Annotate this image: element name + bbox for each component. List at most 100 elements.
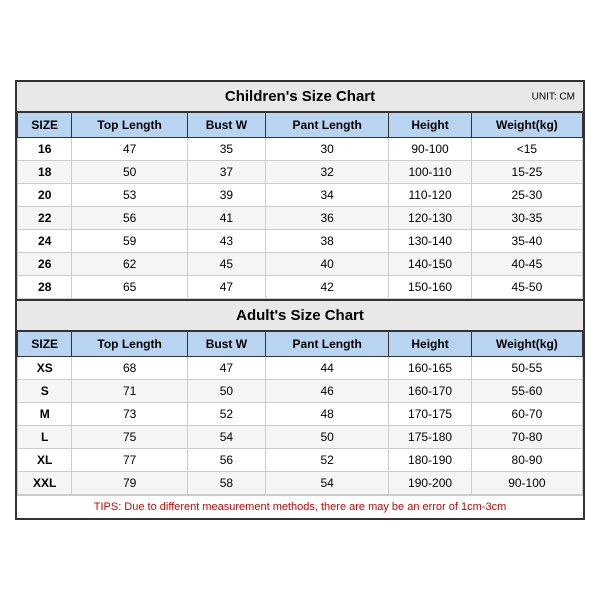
- table-row: S715046160-17055-60: [18, 380, 583, 403]
- table-cell: 58: [187, 472, 265, 495]
- table-cell: S: [18, 380, 72, 403]
- table-cell: 25-30: [471, 184, 582, 207]
- col-header-pant-length: Pant Length: [265, 113, 388, 138]
- table-cell: 50: [187, 380, 265, 403]
- adult-section-title: Adult's Size Chart: [17, 299, 583, 331]
- table-row: 22564136120-13030-35: [18, 207, 583, 230]
- table-cell: 28: [18, 276, 72, 299]
- table-cell: 36: [265, 207, 388, 230]
- adult-col-header-height: Height: [389, 332, 472, 357]
- table-cell: M: [18, 403, 72, 426]
- table-cell: 150-160: [389, 276, 472, 299]
- table-cell: 45-50: [471, 276, 582, 299]
- size-chart-container: Children's Size Chart UNIT: CM SIZE Top …: [15, 80, 585, 520]
- children-header-row: SIZE Top Length Bust W Pant Length Heigh…: [18, 113, 583, 138]
- table-cell: 52: [187, 403, 265, 426]
- table-row: 20533934110-12025-30: [18, 184, 583, 207]
- tips-row: TIPS: Due to different measurement metho…: [17, 495, 583, 518]
- children-table-header: SIZE Top Length Bust W Pant Length Heigh…: [18, 113, 583, 138]
- table-cell: XL: [18, 449, 72, 472]
- adult-col-header-pant-length: Pant Length: [265, 332, 388, 357]
- col-header-top-length: Top Length: [72, 113, 187, 138]
- table-cell: 18: [18, 161, 72, 184]
- children-size-table: SIZE Top Length Bust W Pant Length Heigh…: [17, 112, 583, 299]
- table-cell: 54: [187, 426, 265, 449]
- table-row: XL775652180-19080-90: [18, 449, 583, 472]
- table-row: 18503732100-11015-25: [18, 161, 583, 184]
- table-cell: 30-35: [471, 207, 582, 230]
- table-cell: 79: [72, 472, 187, 495]
- table-row: 28654742150-16045-50: [18, 276, 583, 299]
- table-cell: 30: [265, 138, 388, 161]
- table-cell: 50: [72, 161, 187, 184]
- table-row: 24594338130-14035-40: [18, 230, 583, 253]
- table-cell: 65: [72, 276, 187, 299]
- adult-size-table: SIZE Top Length Bust W Pant Length Heigh…: [17, 331, 583, 495]
- table-cell: 59: [72, 230, 187, 253]
- table-cell: 44: [265, 357, 388, 380]
- table-cell: 75: [72, 426, 187, 449]
- table-cell: 16: [18, 138, 72, 161]
- table-cell: 40-45: [471, 253, 582, 276]
- children-title-text: Children's Size Chart: [225, 88, 375, 105]
- table-cell: 45: [187, 253, 265, 276]
- table-cell: 26: [18, 253, 72, 276]
- table-cell: 39: [187, 184, 265, 207]
- table-cell: 170-175: [389, 403, 472, 426]
- table-cell: XS: [18, 357, 72, 380]
- table-cell: 53: [72, 184, 187, 207]
- table-cell: XXL: [18, 472, 72, 495]
- table-row: M735248170-17560-70: [18, 403, 583, 426]
- children-section-title: Children's Size Chart UNIT: CM: [17, 82, 583, 112]
- adult-title-text: Adult's Size Chart: [236, 307, 364, 324]
- adult-col-header-bust-w: Bust W: [187, 332, 265, 357]
- table-row: 1647353090-100<15: [18, 138, 583, 161]
- table-cell: 60-70: [471, 403, 582, 426]
- table-cell: 35: [187, 138, 265, 161]
- table-cell: 50: [265, 426, 388, 449]
- table-cell: 90-100: [471, 472, 582, 495]
- unit-label: UNIT: CM: [532, 91, 575, 102]
- adult-col-header-top-length: Top Length: [72, 332, 187, 357]
- table-cell: 38: [265, 230, 388, 253]
- table-cell: 37: [187, 161, 265, 184]
- children-table-body: 1647353090-100<1518503732100-11015-25205…: [18, 138, 583, 299]
- table-row: XXL795854190-20090-100: [18, 472, 583, 495]
- table-cell: 20: [18, 184, 72, 207]
- table-cell: 35-40: [471, 230, 582, 253]
- table-cell: 100-110: [389, 161, 472, 184]
- table-cell: 22: [18, 207, 72, 230]
- adult-table-body: XS684744160-16550-55S715046160-17055-60M…: [18, 357, 583, 495]
- table-cell: 50-55: [471, 357, 582, 380]
- table-cell: 54: [265, 472, 388, 495]
- table-cell: 56: [72, 207, 187, 230]
- table-cell: 120-130: [389, 207, 472, 230]
- col-header-bust-w: Bust W: [187, 113, 265, 138]
- table-cell: <15: [471, 138, 582, 161]
- table-cell: 34: [265, 184, 388, 207]
- table-cell: 175-180: [389, 426, 472, 449]
- table-cell: 80-90: [471, 449, 582, 472]
- table-cell: 24: [18, 230, 72, 253]
- table-row: L755450175-18070-80: [18, 426, 583, 449]
- adult-col-header-size: SIZE: [18, 332, 72, 357]
- table-cell: 140-150: [389, 253, 472, 276]
- col-header-weight: Weight(kg): [471, 113, 582, 138]
- table-row: XS684744160-16550-55: [18, 357, 583, 380]
- adult-col-header-weight: Weight(kg): [471, 332, 582, 357]
- table-cell: 47: [187, 276, 265, 299]
- table-cell: 15-25: [471, 161, 582, 184]
- table-cell: 52: [265, 449, 388, 472]
- table-cell: 160-170: [389, 380, 472, 403]
- table-cell: 47: [72, 138, 187, 161]
- table-cell: 42: [265, 276, 388, 299]
- table-cell: 47: [187, 357, 265, 380]
- adult-header-row: SIZE Top Length Bust W Pant Length Heigh…: [18, 332, 583, 357]
- table-cell: 43: [187, 230, 265, 253]
- table-cell: 160-165: [389, 357, 472, 380]
- table-cell: 46: [265, 380, 388, 403]
- table-cell: 40: [265, 253, 388, 276]
- table-cell: 190-200: [389, 472, 472, 495]
- col-header-size: SIZE: [18, 113, 72, 138]
- table-cell: 73: [72, 403, 187, 426]
